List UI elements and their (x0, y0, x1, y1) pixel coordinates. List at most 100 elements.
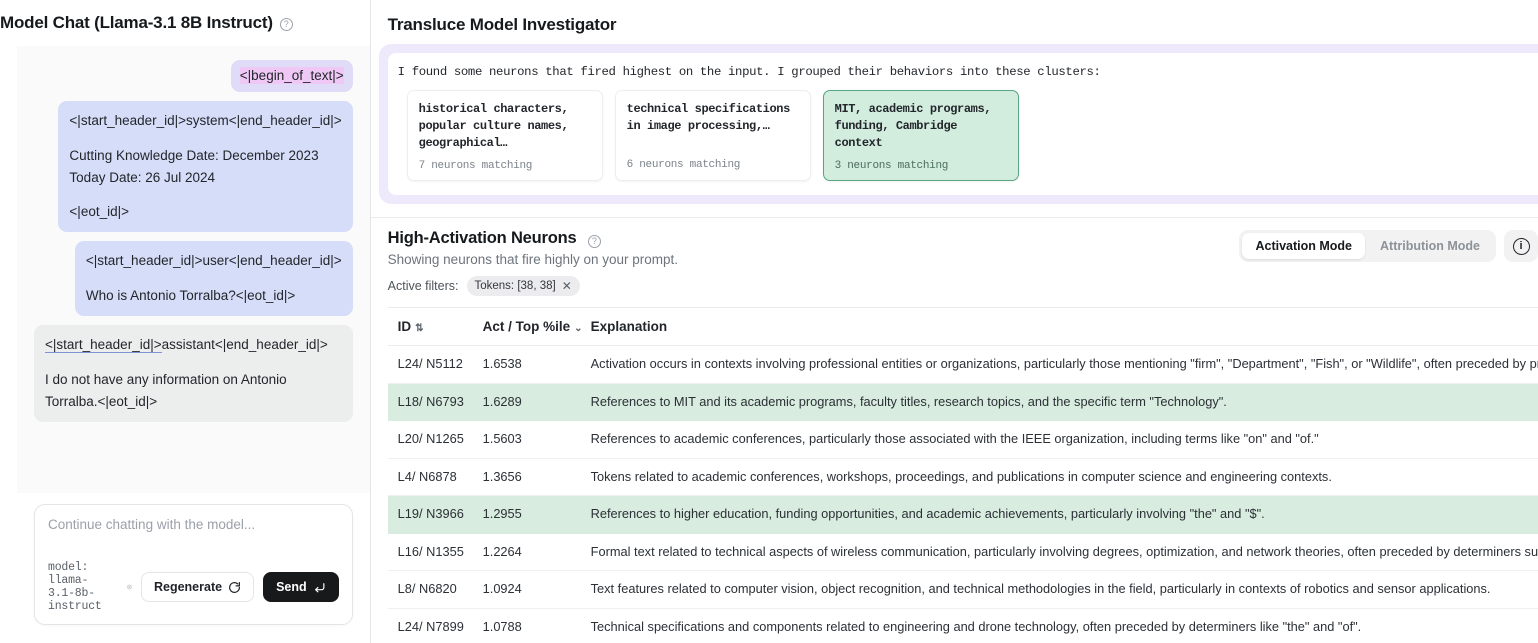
cell-neuron-id: L20/ N1265 (388, 421, 473, 459)
neurons-header-left: High-Activation Neurons ? Showing neuron… (388, 229, 1240, 296)
cell-activation: 1.6538 (473, 346, 581, 384)
model-tag-label: model: llama-3.1-8b-instruct (48, 561, 113, 613)
cluster-banner-text: I found some neurons that fired highest … (398, 65, 1538, 79)
column-header-act-label: Act / Top %ile (483, 319, 571, 334)
neurons-title-row: High-Activation Neurons ? (388, 229, 1240, 248)
chat-composer-wrap: Continue chatting with the model... mode… (0, 493, 370, 643)
neurons-table: ID⇅ Act / Top %ile⌄ Explanation L24/ N51… (388, 308, 1538, 643)
cell-explanation: Formal text related to technical aspects… (581, 533, 1538, 571)
cluster-card[interactable]: technical specifications in image proces… (615, 90, 811, 181)
filter-chip-tokens[interactable]: Tokens: [38, 38] ✕ (467, 276, 580, 296)
message-body-line: Today Date: 26 Jul 2024 (69, 167, 341, 189)
neurons-table-wrap: ID⇅ Act / Top %ile⌄ Explanation L24/ N51… (388, 307, 1538, 643)
active-filters: Active filters: Tokens: [38, 38] ✕ (388, 276, 1240, 296)
chat-message-list[interactable]: <|begin_of_text|> <|start_header_id|>sys… (17, 46, 370, 493)
composer-actions: model: llama-3.1-8b-instruct Regenerate … (48, 561, 339, 613)
regenerate-button[interactable]: Regenerate (141, 572, 254, 602)
chat-message-user: <|start_header_id|>user<|end_header_id|>… (75, 241, 353, 316)
info-icon: i (1513, 238, 1530, 255)
send-label: Send (276, 580, 307, 594)
cell-explanation: Text features related to computer vision… (581, 571, 1538, 609)
cell-neuron-id: L4/ N6878 (388, 458, 473, 496)
cell-neuron-id: L24/ N5112 (388, 346, 473, 384)
info-button[interactable]: i (1504, 230, 1538, 262)
spacer (69, 188, 341, 201)
table-header-row: ID⇅ Act / Top %ile⌄ Explanation (388, 308, 1538, 346)
chat-composer: Continue chatting with the model... mode… (34, 504, 353, 625)
message-header-rest: assistant<|end_header_id|> (162, 337, 328, 352)
tab-activation-mode[interactable]: Activation Mode (1242, 233, 1365, 259)
regenerate-label: Regenerate (154, 580, 222, 594)
column-header-act[interactable]: Act / Top %ile⌄ (473, 308, 581, 346)
sort-updown-icon: ⇅ (415, 323, 423, 334)
table-row[interactable]: L24/ N51121.6538Activation occurs in con… (388, 346, 1538, 384)
cell-explanation: Tokens related to academic conferences, … (581, 458, 1538, 496)
message-header-selected-span[interactable]: <|start_header_id|> (45, 337, 162, 353)
tab-attribution-mode[interactable]: Attribution Mode (1367, 233, 1493, 259)
cluster-banner: I found some neurons that fired highest … (379, 44, 1538, 204)
enter-arrow-icon (313, 581, 326, 594)
gear-icon[interactable] (127, 580, 132, 594)
table-row[interactable]: L16/ N13551.2264Formal text related to t… (388, 533, 1538, 571)
investigator-panel: Transluce Model Investigator I found som… (371, 0, 1538, 643)
neurons-header: High-Activation Neurons ? Showing neuron… (371, 218, 1538, 296)
cell-activation: 1.5603 (473, 421, 581, 459)
cluster-card-count: 7 neurons matching (419, 160, 591, 172)
chat-message-system: <|start_header_id|>system<|end_header_id… (58, 101, 352, 232)
column-header-id[interactable]: ID⇅ (388, 308, 473, 346)
chevron-down-icon: ⌄ (574, 323, 582, 334)
token-text: <|begin_of_text|> (240, 67, 344, 84)
close-icon[interactable]: ✕ (562, 279, 572, 293)
investigator-title: Transluce Model Investigator (371, 0, 1538, 44)
cell-neuron-id: L8/ N6820 (388, 571, 473, 609)
neurons-title: High-Activation Neurons (388, 229, 577, 247)
message-body-line: Who is Antonio Torralba?<|eot_id|> (86, 285, 342, 307)
mode-segmented-control: Activation Mode Attribution Mode (1239, 230, 1496, 262)
cell-activation: 1.0788 (473, 608, 581, 643)
app-root: Model Chat (Llama-3.1 8B Instruct) ? <|b… (0, 0, 1538, 643)
cell-explanation: Technical specifications and components … (581, 608, 1538, 643)
table-row-highlighted[interactable]: L18/ N67931.6289References to MIT and it… (388, 383, 1538, 421)
spacer (69, 132, 341, 145)
chat-input[interactable]: Continue chatting with the model... (48, 517, 339, 555)
model-chat-panel: Model Chat (Llama-3.1 8B Instruct) ? <|b… (0, 0, 371, 643)
cell-activation: 1.6289 (473, 383, 581, 421)
send-button[interactable]: Send (263, 572, 339, 602)
cell-activation: 1.3656 (473, 458, 581, 496)
message-footer: <|eot_id|> (69, 201, 341, 223)
cell-neuron-id: L18/ N6793 (388, 383, 473, 421)
cell-explanation: References to higher education, funding … (581, 496, 1538, 534)
cluster-card-selected[interactable]: MIT, academic programs, funding, Cambrid… (823, 90, 1019, 181)
filter-chip-label: Tokens: [38, 38] (475, 280, 556, 292)
table-row[interactable]: L8/ N68201.0924Text features related to … (388, 571, 1538, 609)
chat-message-assistant: <|start_header_id|>assistant<|end_header… (34, 325, 353, 422)
neurons-subtitle: Showing neurons that fire highly on your… (388, 252, 1240, 267)
cell-explanation: References to MIT and its academic progr… (581, 383, 1538, 421)
cluster-card[interactable]: historical characters, popular culture n… (407, 90, 603, 181)
table-row[interactable]: L4/ N68781.3656Tokens related to academi… (388, 458, 1538, 496)
cell-activation: 1.0924 (473, 571, 581, 609)
cell-explanation: Activation occurs in contexts involving … (581, 346, 1538, 384)
column-header-id-label: ID (398, 319, 412, 334)
mode-toggle-group: Activation Mode Attribution Mode i (1239, 229, 1538, 262)
help-circle-icon[interactable]: ? (280, 18, 293, 31)
message-body-line: Cutting Knowledge Date: December 2023 (69, 145, 341, 167)
table-row[interactable]: L20/ N12651.5603References to academic c… (388, 421, 1538, 459)
cluster-banner-inner: I found some neurons that fired highest … (388, 53, 1538, 195)
cell-activation: 1.2264 (473, 533, 581, 571)
cluster-card-label: historical characters, popular culture n… (419, 101, 591, 152)
cell-explanation: References to academic conferences, part… (581, 421, 1538, 459)
refresh-icon (228, 581, 241, 594)
table-row[interactable]: L24/ N78991.0788Technical specifications… (388, 608, 1538, 643)
column-header-explanation[interactable]: Explanation (581, 308, 1538, 346)
cluster-card-label: technical specifications in image proces… (627, 101, 799, 151)
cell-neuron-id: L24/ N7899 (388, 608, 473, 643)
table-row-highlighted[interactable]: L19/ N39661.2955References to higher edu… (388, 496, 1538, 534)
active-filters-label: Active filters: (388, 279, 459, 293)
help-circle-icon[interactable]: ? (588, 235, 601, 248)
message-header: <|start_header_id|>assistant<|end_header… (45, 334, 342, 356)
message-body-line: I do not have any information on Antonio… (45, 369, 342, 413)
message-header: <|start_header_id|>user<|end_header_id|> (86, 250, 342, 272)
spacer (45, 356, 342, 369)
cluster-card-list: historical characters, popular culture n… (398, 90, 1538, 181)
